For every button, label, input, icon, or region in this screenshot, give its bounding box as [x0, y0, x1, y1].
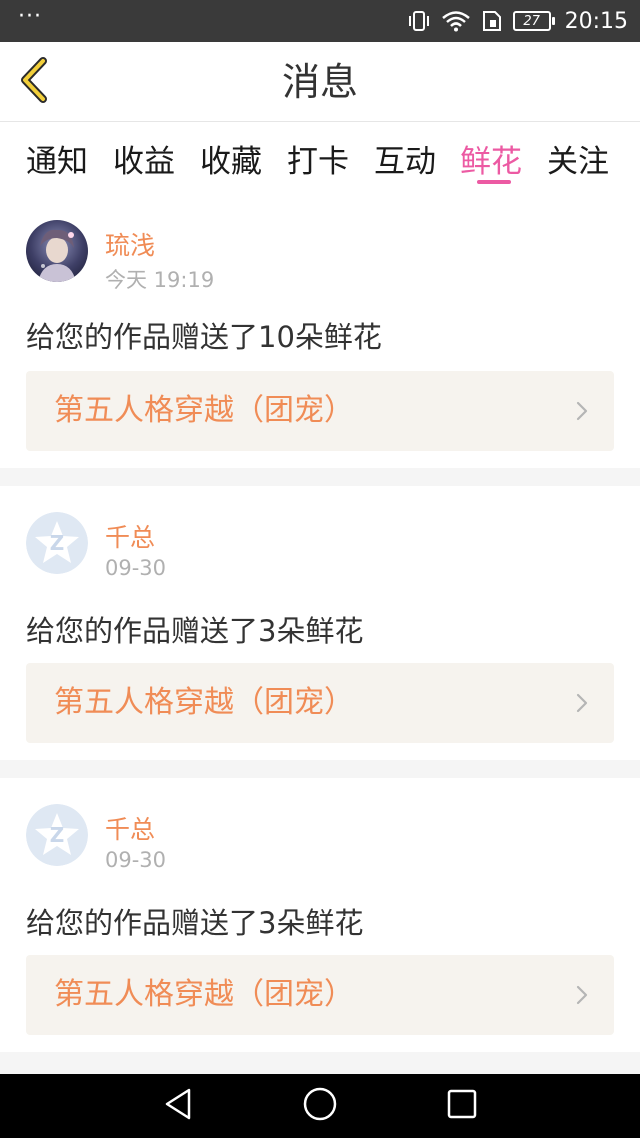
user-name[interactable]: 千总 — [105, 810, 155, 846]
message-time: 09-30 — [105, 848, 167, 872]
work-title: 第五人格穿越（团宠） — [54, 393, 354, 428]
nav-back-button[interactable] — [158, 1088, 198, 1124]
tab-flowers[interactable]: 鲜花 — [460, 136, 522, 186]
work-link[interactable]: 第五人格穿越（团宠） — [26, 371, 614, 451]
avatar[interactable]: Z — [26, 512, 88, 574]
svg-text:Z: Z — [50, 531, 65, 555]
status-bar: ··· 27 20:15 — [0, 0, 640, 42]
work-title: 第五人格穿越（团宠） — [54, 977, 354, 1012]
tab-earnings[interactable]: 收益 — [113, 136, 175, 186]
message-text: 给您的作品赠送了10朵鲜花 — [26, 320, 382, 354]
status-icons: 27 20:15 — [407, 9, 628, 34]
wifi-icon — [441, 10, 471, 32]
triangle-back-icon — [163, 1087, 193, 1125]
message-card: 琉浅 今天 19:19 给您的作品赠送了10朵鲜花 第五人格穿越（团宠） — [0, 192, 640, 468]
notification-dots: ··· — [18, 4, 42, 29]
circle-home-icon — [302, 1086, 338, 1126]
nav-recents-button[interactable] — [442, 1088, 482, 1124]
messages-page: ··· 27 20:15 消息 通知 收益 收藏 打卡 互动 鲜花 关注 琉浅 … — [0, 0, 640, 1138]
message-text: 给您的作品赠送了3朵鲜花 — [26, 906, 364, 940]
tab-checkin[interactable]: 打卡 — [287, 136, 349, 186]
chevron-right-icon — [576, 985, 588, 1009]
header: 消息 — [0, 42, 640, 122]
tab-follow[interactable]: 关注 — [547, 136, 609, 186]
tab-interaction[interactable]: 互动 — [374, 136, 436, 186]
work-link[interactable]: 第五人格穿越（团宠） — [26, 955, 614, 1035]
page-title: 消息 — [281, 60, 358, 104]
message-time: 今天 19:19 — [105, 268, 215, 292]
clock: 20:15 — [564, 8, 628, 34]
message-time: 09-30 — [105, 556, 167, 580]
square-recents-icon — [446, 1088, 478, 1124]
work-link[interactable]: 第五人格穿越（团宠） — [26, 663, 614, 743]
chevron-right-icon — [576, 401, 588, 425]
svg-text:Z: Z — [50, 823, 65, 847]
user-name[interactable]: 千总 — [105, 518, 155, 554]
chevron-right-icon — [576, 693, 588, 717]
sim-icon — [481, 10, 503, 32]
system-nav-bar — [0, 1074, 640, 1138]
battery-icon: 27 — [512, 11, 555, 31]
avatar[interactable] — [26, 220, 88, 282]
vibrate-icon — [407, 10, 431, 32]
back-button[interactable] — [12, 57, 56, 107]
battery-level: 27 — [523, 13, 540, 29]
tab-favorites[interactable]: 收藏 — [200, 136, 262, 186]
message-text: 给您的作品赠送了3朵鲜花 — [26, 614, 364, 648]
avatar[interactable]: Z — [26, 804, 88, 866]
active-tab-indicator — [477, 180, 511, 184]
chevron-left-icon — [17, 57, 51, 107]
nav-home-button[interactable] — [300, 1086, 340, 1126]
tab-notification[interactable]: 通知 — [26, 136, 88, 186]
work-title: 第五人格穿越（团宠） — [54, 685, 354, 720]
tab-bar: 通知 收益 收藏 打卡 互动 鲜花 关注 — [0, 122, 640, 192]
message-card: Z 千总 09-30 给您的作品赠送了3朵鲜花 第五人格穿越（团宠） — [0, 778, 640, 1052]
user-name[interactable]: 琉浅 — [105, 226, 155, 262]
message-card: Z 千总 09-30 给您的作品赠送了3朵鲜花 第五人格穿越（团宠） — [0, 486, 640, 760]
